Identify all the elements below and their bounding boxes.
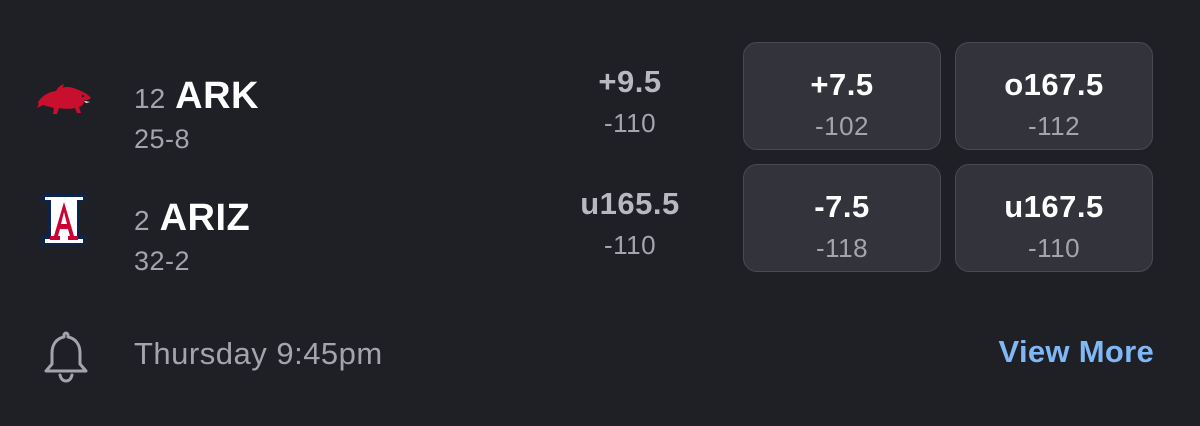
team-name-line: 12 ARK	[134, 75, 259, 118]
team-name-line: 2 ARIZ	[134, 197, 250, 240]
team-abbr: ARK	[175, 75, 259, 117]
odds-line: +9.5	[598, 64, 662, 99]
total-button-over[interactable]: o167.5 -112	[955, 42, 1153, 150]
spread-button-ariz[interactable]: -7.5 -118	[743, 164, 941, 272]
odds-price: -118	[815, 233, 869, 263]
odds-line: -7.5	[814, 189, 870, 224]
game-time: Thursday 9:45pm	[134, 336, 383, 371]
odds-line: +7.5	[810, 67, 874, 102]
team-row-ariz: 2 ARIZ 32-2 u165.5 -110 -7.5 -118 u167.5…	[0, 164, 1200, 284]
bell-icon[interactable]	[40, 328, 92, 384]
team-abbr: ARIZ	[159, 197, 251, 239]
moneyline-cell[interactable]: +9.5 -110	[540, 60, 720, 160]
team-rank: 2	[134, 205, 150, 236]
card-footer: Thursday 9:45pm View More	[0, 320, 1200, 390]
odds-line: o167.5	[1004, 67, 1104, 102]
view-more-link[interactable]: View More	[999, 334, 1154, 370]
team-rank: 12	[134, 83, 166, 114]
total-button-under[interactable]: u167.5 -110	[955, 164, 1153, 272]
razorback-icon	[37, 84, 91, 114]
team-row-ark: 12 ARK 25-8 +9.5 -110 +7.5 -102 o167.5 -…	[0, 42, 1200, 162]
odds-line: u167.5	[1004, 189, 1104, 224]
game-card: 12 ARK 25-8 +9.5 -110 +7.5 -102 o167.5 -…	[0, 0, 1200, 426]
team-record: 25-8	[134, 124, 191, 154]
total-cell[interactable]: u165.5 -110	[540, 182, 720, 282]
odds-price: -110	[603, 230, 657, 260]
arizona-a-icon	[42, 194, 86, 246]
odds-price: -110	[603, 108, 657, 138]
odds-line: u165.5	[580, 186, 680, 221]
spread-button-ark[interactable]: +7.5 -102	[743, 42, 941, 150]
odds-price: -112	[1027, 111, 1081, 141]
team-record: 32-2	[134, 246, 191, 276]
odds-price: -102	[814, 111, 870, 141]
odds-price: -110	[1027, 233, 1081, 263]
